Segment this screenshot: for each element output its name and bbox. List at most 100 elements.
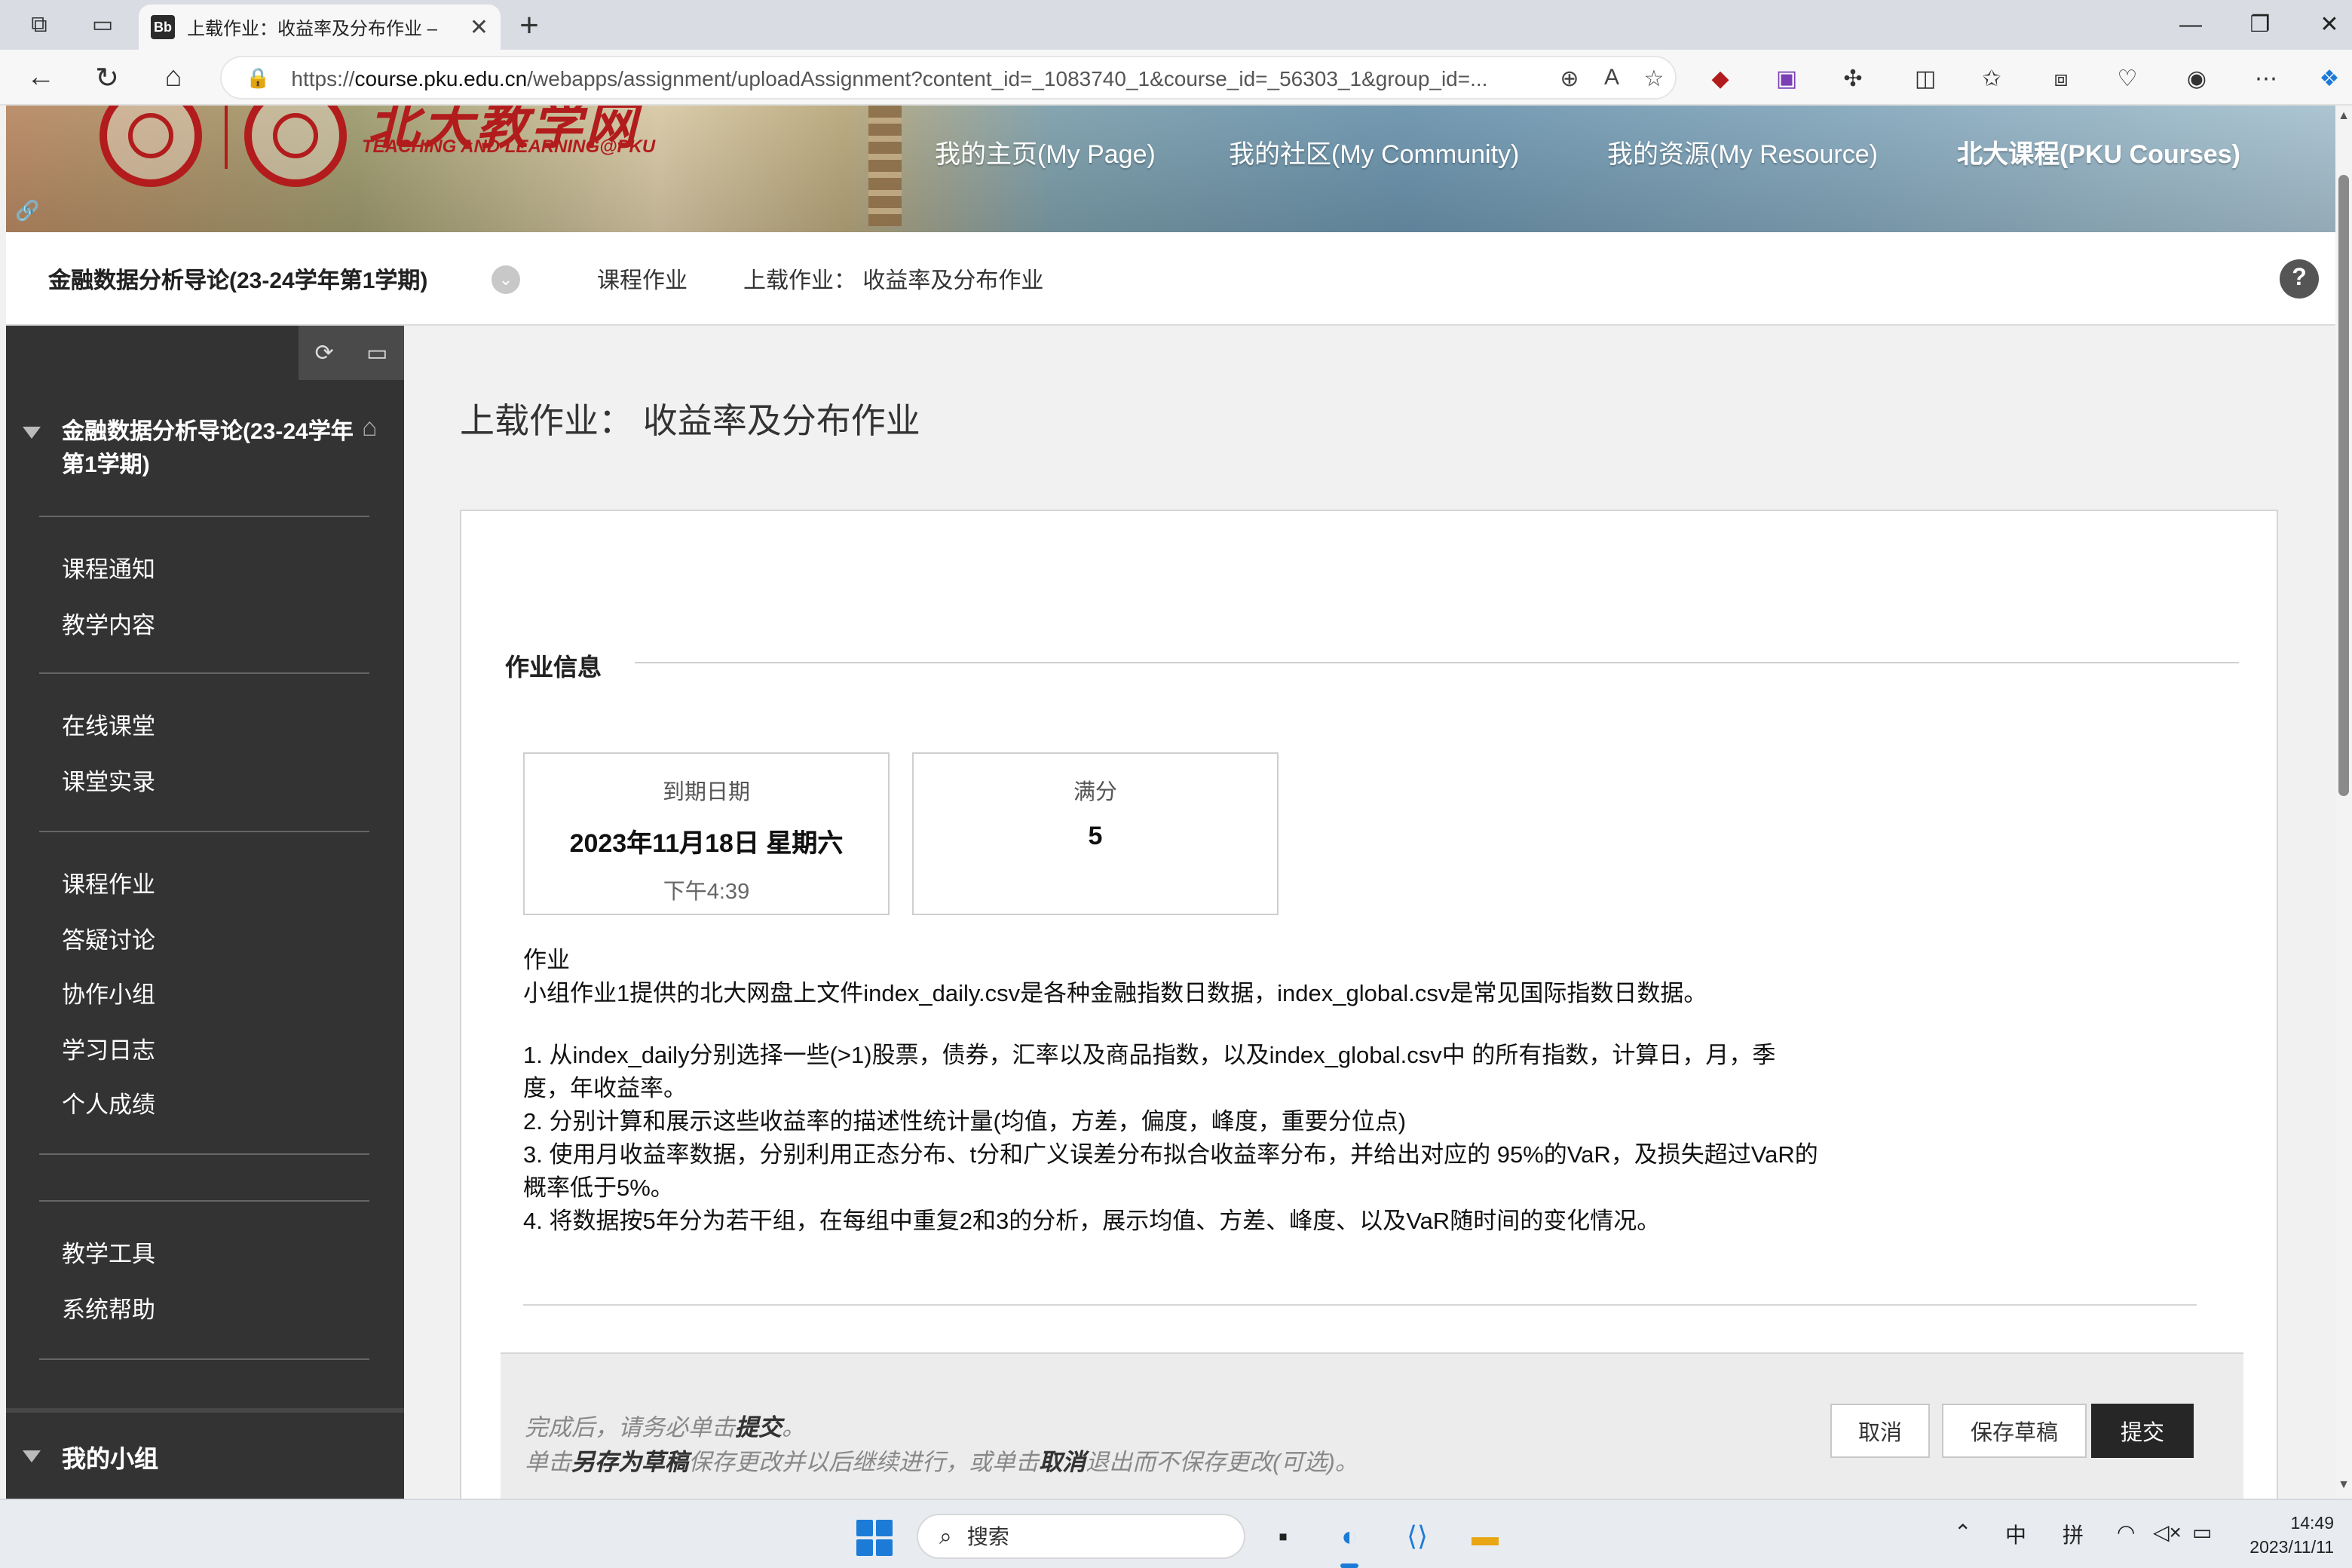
profile-avatar-icon[interactable]: ◉: [2177, 60, 2216, 96]
scroll-down-icon[interactable]: ▼: [2335, 1478, 2352, 1491]
windows-start-icon[interactable]: [856, 1520, 893, 1556]
url-scheme: https://: [291, 66, 355, 90]
minimize-icon[interactable]: —: [2156, 6, 2225, 42]
note-text: 完成后，请务必单击: [525, 1416, 736, 1441]
scrollbar-thumb[interactable]: [2338, 175, 2349, 796]
restore-icon[interactable]: ❐: [2225, 6, 2295, 42]
submit-bar: 完成后，请务必单击提交。 单击另存为草稿保存更改并以后继续进行，或单击取消退出而…: [501, 1352, 2243, 1499]
breadcrumb-assignments[interactable]: 课程作业: [597, 264, 688, 296]
sidebar-item-grades[interactable]: 个人成绩: [62, 1087, 155, 1120]
cancel-button[interactable]: 取消: [1830, 1404, 1930, 1458]
assignment-panel: 作业信息 到期日期 2023年11月18日 星期六 下午4:39 满分 5 作业…: [460, 510, 2278, 1499]
sidebar-divider: [39, 516, 369, 517]
copilot-icon[interactable]: ❖: [2310, 60, 2349, 96]
address-bar[interactable]: 🔒 https://course.pku.edu.cn/webapps/assi…: [220, 56, 1677, 100]
web-page: 北大教学网 TEACHING AND LEARNING@PKU 我的主页(My …: [6, 106, 2335, 1499]
course-home-icon[interactable]: ⌂: [362, 413, 378, 443]
breadcrumb-current: 上载作业： 收益率及分布作业: [743, 268, 1044, 294]
new-tab-icon[interactable]: +: [510, 6, 549, 45]
lock-icon[interactable]: 🔒: [246, 66, 270, 90]
course-menu-chevron-icon[interactable]: ⌄: [492, 265, 520, 294]
note-emphasis: 取消: [1039, 1450, 1086, 1476]
vertical-tabs-icon[interactable]: ▭: [81, 5, 124, 44]
tab-title: 上载作业：收益率及分布作业 –: [187, 17, 438, 38]
task-view-icon[interactable]: ▪: [1260, 1514, 1306, 1559]
browser-tab-active[interactable]: Bb 上载作业：收益率及分布作业 – ✕: [139, 5, 501, 50]
sidebar-item-announcements[interactable]: 课程通知: [62, 552, 155, 585]
split-screen-icon[interactable]: ◫: [1906, 60, 1945, 96]
nav-my-page[interactable]: 我的主页(My Page): [935, 133, 1156, 170]
ublock-extension-icon[interactable]: ◆: [1701, 60, 1740, 96]
close-window-icon[interactable]: ✕: [2295, 6, 2352, 42]
extensions-icon[interactable]: ✣: [1833, 60, 1873, 96]
save-draft-button[interactable]: 保存草稿: [1942, 1404, 2087, 1458]
note-text: 单击: [525, 1450, 572, 1476]
sidebar-item-online-class[interactable]: 在线课堂: [62, 709, 155, 742]
more-menu-icon[interactable]: ⋯: [2246, 60, 2286, 96]
taskbar-clock[interactable]: 14:49 2023/11/11: [2234, 1512, 2334, 1560]
sidebar-item-tools[interactable]: 教学工具: [62, 1236, 155, 1269]
nav-pku-courses[interactable]: 北大课程(PKU Courses): [1957, 133, 2240, 170]
ime-language-indicator[interactable]: 中: [2005, 1520, 2026, 1550]
logo-divider: [225, 106, 228, 169]
close-tab-icon[interactable]: ✕: [470, 14, 488, 41]
description-item-3: 3. 使用月收益率数据，分别利用正态分布、t分和广义误差分布拟合收益率分布，并给…: [523, 1143, 1818, 1202]
folder-view-icon[interactable]: ▭: [366, 339, 387, 366]
url-text[interactable]: https://course.pku.edu.cn/webapps/assign…: [291, 66, 1548, 90]
description-item-4: 4. 将数据按5年分为若干组，在每组中重复2和3的分析，展示均值、方差、峰度、以…: [523, 1209, 1661, 1235]
section-divider: [635, 662, 2239, 663]
favorites-icon[interactable]: ✩: [1972, 60, 2011, 96]
sidebar-item-recordings[interactable]: 课堂实录: [62, 764, 155, 798]
nav-my-resource[interactable]: 我的资源(My Resource): [1607, 133, 1878, 170]
sidebar-tools: ⟳ ▭: [299, 326, 404, 380]
favorite-star-icon[interactable]: ☆: [1633, 64, 1675, 91]
collections-icon[interactable]: ⧈: [2041, 60, 2081, 96]
taskbar-search[interactable]: ⌕ 搜索: [917, 1514, 1245, 1559]
sidebar-course-title[interactable]: 金融数据分析导论(23-24学年第1学期): [62, 416, 363, 482]
collapse-triangle-icon[interactable]: [23, 1450, 41, 1462]
sidebar-item-groups[interactable]: 协作小组: [62, 977, 155, 1010]
breadcrumb-course[interactable]: 金融数据分析导论(23-24学年第1学期): [48, 264, 427, 296]
onenote-extension-icon[interactable]: ▣: [1767, 60, 1806, 96]
submit-instruction-line-2: 单击另存为草稿保存更改并以后继续进行，或单击取消退出而不保存更改(可选)。: [525, 1446, 1358, 1481]
scroll-up-icon[interactable]: ▲: [2335, 109, 2352, 122]
points-box: 满分 5: [912, 752, 1279, 915]
tray-overflow-chevron-icon[interactable]: ⌃: [1954, 1520, 1971, 1545]
back-icon[interactable]: ←: [18, 56, 63, 101]
url-path: /webapps/assignment/uploadAssignment?con…: [527, 66, 1488, 90]
home-icon[interactable]: ⌂: [151, 56, 196, 101]
sidebar-item-help[interactable]: 系统帮助: [62, 1292, 155, 1325]
speaker-muted-icon[interactable]: ◁×: [2153, 1520, 2182, 1545]
sidebar-item-assignments[interactable]: 课程作业: [62, 867, 155, 900]
sidebar-item-content[interactable]: 教学内容: [62, 608, 155, 641]
sidebar-divider: [39, 1200, 369, 1202]
file-explorer-icon[interactable]: ▬: [1462, 1514, 1508, 1559]
section-label-assignment-info: 作业信息: [505, 656, 602, 681]
sidebar-my-groups[interactable]: 我的小组: [62, 1438, 158, 1475]
description-intro: 小组作业1提供的北大网盘上文件index_daily.csv是各种金融指数日数据…: [523, 982, 1707, 1007]
sidebar-item-discussion[interactable]: 答疑讨论: [62, 923, 155, 956]
content-divider: [523, 1304, 2197, 1306]
read-aloud-icon[interactable]: A: [1591, 65, 1633, 90]
browser-essentials-icon[interactable]: ♡: [2108, 60, 2147, 96]
nav-my-community[interactable]: 我的社区(My Community): [1229, 133, 1519, 170]
collapse-triangle-icon[interactable]: [23, 427, 41, 439]
description-item-1: 1. 从index_daily分别选择一些(>1)股票，债券，汇率以及商品指数，…: [523, 1043, 1776, 1102]
submit-instruction-line-1: 完成后，请务必单击提交。: [525, 1411, 1358, 1446]
refresh-icon[interactable]: ↻: [84, 56, 130, 101]
help-icon[interactable]: ?: [2280, 259, 2319, 299]
edge-browser-icon[interactable]: ◐: [1327, 1514, 1372, 1568]
zoom-icon[interactable]: ⊕: [1548, 64, 1591, 91]
workspaces-icon[interactable]: ⧉: [18, 5, 60, 44]
sidebar-item-journal[interactable]: 学习日志: [62, 1033, 155, 1066]
submit-button[interactable]: 提交: [2091, 1404, 2194, 1458]
battery-icon[interactable]: ▭: [2192, 1520, 2212, 1545]
ime-mode-indicator[interactable]: 拼: [2063, 1520, 2084, 1550]
vscode-icon[interactable]: ⟨⟩: [1395, 1514, 1440, 1559]
due-time-value: 下午4:39: [663, 880, 750, 905]
assignment-description: 作业 小组作业1提供的北大网盘上文件index_daily.csv是各种金融指数…: [523, 945, 1820, 1239]
wifi-icon[interactable]: ◠: [2117, 1520, 2135, 1545]
refresh-menu-icon[interactable]: ⟳: [315, 339, 334, 366]
link-icon[interactable]: 🔗: [15, 199, 39, 223]
page-scrollbar[interactable]: ▲ ▼: [2335, 106, 2352, 1499]
